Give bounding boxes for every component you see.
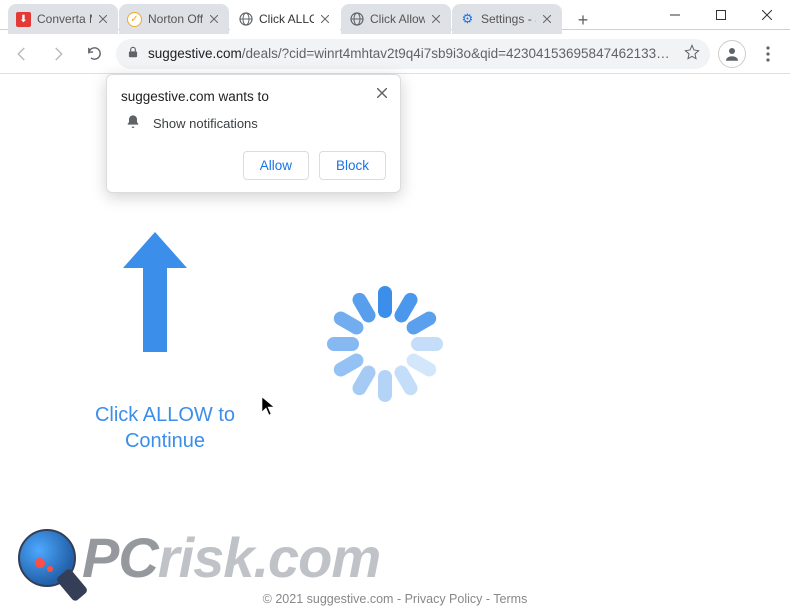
- mouse-cursor-icon: [261, 396, 275, 421]
- permission-item-label: Show notifications: [153, 116, 258, 131]
- browser-tab-4[interactable]: ⚙ Settings - S: [452, 4, 562, 34]
- browser-tab-3[interactable]: Click Allow: [341, 4, 451, 34]
- click-allow-text: Click ALLOW to Continue: [75, 402, 255, 454]
- bell-icon: [125, 114, 141, 133]
- reload-button[interactable]: [80, 40, 108, 68]
- pcrisk-watermark: PC risk.com: [18, 525, 380, 590]
- lock-icon[interactable]: [126, 45, 140, 62]
- globe-icon: [238, 12, 253, 27]
- norton-icon: ✓: [127, 12, 142, 27]
- permission-title: suggestive.com wants to: [121, 89, 386, 104]
- address-bar[interactable]: suggestive.com/deals/?cid=winrt4mhtav2t9…: [116, 39, 710, 69]
- notification-permission-dialog: suggestive.com wants to Show notificatio…: [106, 74, 401, 193]
- profile-avatar-button[interactable]: [718, 40, 746, 68]
- close-icon[interactable]: [429, 12, 443, 26]
- url-text: suggestive.com/deals/?cid=winrt4mhtav2t9…: [148, 46, 676, 61]
- tab-title: Norton Off: [148, 12, 203, 26]
- browser-tab-1[interactable]: ✓ Norton Off: [119, 4, 229, 34]
- globe-icon: [349, 12, 364, 27]
- terms-link[interactable]: Terms: [493, 592, 527, 606]
- block-button[interactable]: Block: [319, 151, 386, 180]
- forward-button[interactable]: [44, 40, 72, 68]
- bookmark-star-icon[interactable]: [684, 44, 700, 63]
- loading-spinner: [320, 279, 450, 409]
- tab-title: Settings - S: [481, 12, 536, 26]
- page-footer: © 2021 suggestive.com - Privacy Policy -…: [0, 592, 790, 606]
- privacy-policy-link[interactable]: Privacy Policy: [405, 592, 483, 606]
- window-maximize-button[interactable]: [698, 0, 744, 30]
- close-icon[interactable]: [540, 12, 554, 26]
- tab-title: Click Allow: [370, 12, 425, 26]
- close-icon[interactable]: [96, 12, 110, 26]
- window-minimize-button[interactable]: [652, 0, 698, 30]
- tab-strip: ⬇ Converta M ✓ Norton Off Click ALLO Cli…: [0, 0, 597, 34]
- back-button[interactable]: [8, 40, 36, 68]
- browser-tab-2[interactable]: Click ALLO: [230, 4, 340, 34]
- chrome-menu-button[interactable]: [754, 40, 782, 68]
- tab-title: Click ALLO: [259, 12, 314, 26]
- close-icon[interactable]: [372, 83, 392, 103]
- footer-copyright: © 2021 suggestive.com: [263, 592, 394, 606]
- watermark-text-1: PC: [82, 525, 158, 590]
- close-icon[interactable]: [318, 12, 332, 26]
- gear-icon: ⚙: [460, 12, 475, 27]
- allow-button[interactable]: Allow: [243, 151, 309, 180]
- window-close-button[interactable]: [744, 0, 790, 30]
- magnifier-icon: [18, 529, 76, 587]
- close-icon[interactable]: [207, 12, 221, 26]
- browser-tab-0[interactable]: ⬇ Converta M: [8, 4, 118, 34]
- download-icon: ⬇: [16, 12, 31, 27]
- tab-title: Converta M: [37, 12, 92, 26]
- up-arrow-graphic: [115, 222, 195, 367]
- browser-toolbar: suggestive.com/deals/?cid=winrt4mhtav2t9…: [0, 34, 790, 74]
- watermark-text-2: risk.com: [158, 525, 380, 590]
- new-tab-button[interactable]: +: [569, 6, 597, 34]
